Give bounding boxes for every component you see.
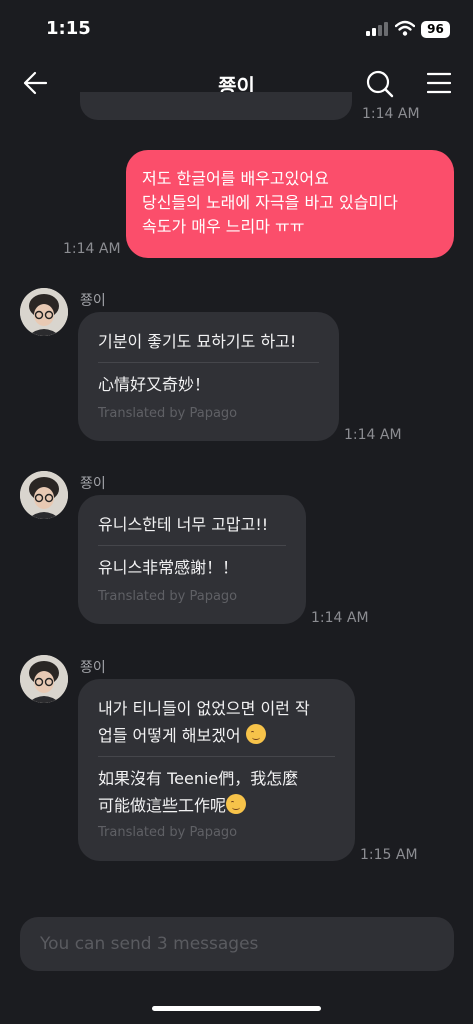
status-time: 1:15 [46,18,91,39]
translated-text-line: 如果沒有 Teenie們，我怎麼 [98,769,299,788]
avatar[interactable] [20,288,68,336]
avatar-image [20,471,68,519]
cellular-signal-icon [366,22,388,36]
divider [98,756,335,757]
message-timestamp: 1:15 AM [360,847,418,863]
translated-text: 心情好又奇妙！ [98,375,211,394]
avatar-image [20,288,68,336]
search-icon[interactable] [366,70,394,98]
original-text: 유니스한테 너무 고맙고!! [98,515,269,534]
smiling-face-emoji-icon [245,724,266,744]
original-text-line: 업들 어떻게 해보겠어 [98,722,335,749]
divider [98,545,286,546]
wifi-icon [395,20,415,36]
sender-name: 쭁이 [80,476,106,492]
translated-text: 유니스非常感謝！！ [98,558,239,577]
sent-message-bubble[interactable]: 저도 한글어를 배우고있어요 당신들의 노래에 자극을 바고 있습미다 속도가 … [126,150,454,258]
received-message-bubble[interactable]: 내가 티니들이 없었으면 이런 작 업들 어떻게 해보겠어 如果沒有 Teeni… [78,679,355,861]
message-timestamp: 1:14 AM [344,427,402,443]
original-text-segment: 업들 어떻게 해보겠어 [98,726,241,745]
translation-credit: Translated by Papago [98,825,238,840]
message-input[interactable]: You can send 3 messages [20,917,454,971]
battery-icon: 96 [421,21,450,38]
sender-name: 쭁이 [80,660,106,676]
avatar[interactable] [20,471,68,519]
translated-text-line: 可能做這些工作呢 [98,792,335,819]
smiling-face-emoji-icon [226,794,247,814]
message-timestamp: 1:14 AM [362,106,420,122]
home-indicator[interactable] [152,1006,321,1011]
divider [98,362,319,363]
hamburger-icon[interactable] [427,72,451,94]
message-line: 속도가 매우 느리마 ㅠㅠ [142,217,305,236]
original-text: 기분이 좋기도 묘하기도 하고! [98,332,297,351]
message-timestamp: 1:14 AM [311,610,369,626]
message-line: 저도 한글어를 배우고있어요 [142,169,329,188]
received-message-bubble[interactable]: 유니스한테 너무 고맙고!! 유니스非常感謝！！ Translated by P… [78,495,306,624]
translation-credit: Translated by Papago [98,589,238,604]
previous-message-bubble [80,92,352,120]
message-line: 당신들의 노래에 자극을 바고 있습미다 [142,193,398,212]
avatar-image [20,655,68,703]
original-text-line: 내가 티니들이 없었으면 이런 작 [98,699,310,718]
avatar[interactable] [20,655,68,703]
translated-text-segment: 可能做這些工作呢 [98,796,227,815]
translation-credit: Translated by Papago [98,406,238,421]
sender-name: 쭁이 [80,293,106,309]
message-timestamp: 1:14 AM [63,241,121,257]
received-message-bubble[interactable]: 기분이 좋기도 묘하기도 하고! 心情好又奇妙！ Translated by P… [78,312,339,441]
